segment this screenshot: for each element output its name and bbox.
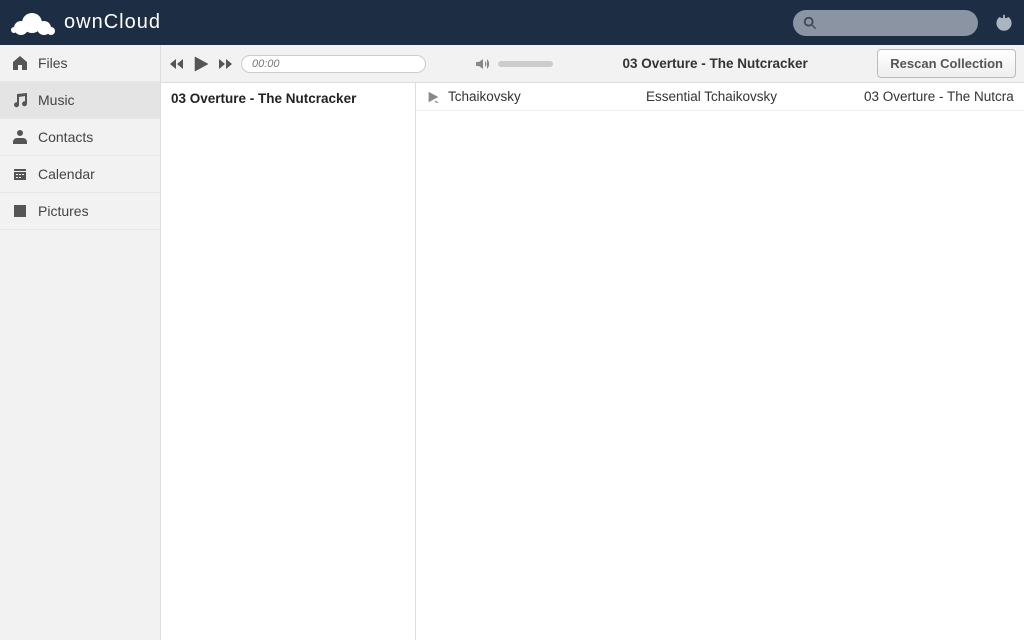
logo: ownCloud	[10, 9, 161, 37]
logout-button[interactable]	[994, 13, 1014, 33]
main-area: Files Music Contacts Calendar Pictures	[0, 45, 1024, 640]
progress-bar[interactable]: 00:00	[241, 55, 426, 73]
sidebar-item-pictures[interactable]: Pictures	[0, 193, 160, 230]
contacts-icon	[12, 129, 28, 145]
next-button[interactable]	[217, 56, 233, 72]
pictures-icon	[12, 203, 28, 219]
time-display: 00:00	[252, 58, 280, 70]
player-controls	[169, 54, 233, 74]
cloud-icon	[10, 9, 66, 37]
search-input[interactable]	[793, 10, 978, 36]
track-panel: 03 Overture - The Nutcracker	[161, 83, 416, 640]
sidebar: Files Music Contacts Calendar Pictures	[0, 45, 161, 640]
top-bar: ownCloud	[0, 0, 1024, 45]
search-icon	[803, 16, 817, 30]
track-row[interactable]: Tchaikovsky Essential Tchaikovsky 03 Ove…	[416, 83, 1024, 111]
sidebar-item-label: Calendar	[38, 166, 95, 182]
top-bar-right	[793, 10, 1014, 36]
sidebar-item-label: Contacts	[38, 129, 93, 145]
music-icon	[12, 92, 28, 108]
calendar-icon	[12, 166, 28, 182]
sidebar-item-calendar[interactable]: Calendar	[0, 156, 160, 193]
sidebar-item-label: Files	[38, 55, 68, 71]
app-name: ownCloud	[64, 11, 161, 34]
now-playing-title: 03 Overture - The Nutcracker	[571, 56, 859, 71]
title-cell: 03 Overture - The Nutcracker	[864, 89, 1014, 104]
player-bar: 00:00 03 Overture - The Nutcracker Resca…	[161, 45, 1024, 83]
volume-slider[interactable]	[498, 61, 553, 67]
sidebar-item-music[interactable]: Music	[0, 82, 160, 119]
sidebar-item-contacts[interactable]: Contacts	[0, 119, 160, 156]
play-button[interactable]	[191, 54, 211, 74]
current-track-title: 03 Overture - The Nutcracker	[171, 91, 405, 106]
rescan-button[interactable]: Rescan Collection	[877, 49, 1016, 78]
sidebar-item-label: Music	[38, 92, 75, 108]
sidebar-item-label: Pictures	[38, 203, 89, 219]
volume-icon[interactable]	[474, 56, 490, 72]
previous-button[interactable]	[169, 56, 185, 72]
sidebar-item-files[interactable]: Files	[0, 45, 160, 82]
artist-cell: Tchaikovsky	[448, 89, 638, 104]
row-play-button[interactable]	[426, 90, 440, 104]
music-body: 03 Overture - The Nutcracker Tchaikovsky…	[161, 83, 1024, 640]
volume-control	[474, 56, 553, 72]
home-icon	[12, 55, 28, 71]
album-cell: Essential Tchaikovsky	[646, 89, 856, 104]
content-area: 00:00 03 Overture - The Nutcracker Resca…	[161, 45, 1024, 640]
detail-panel: Tchaikovsky Essential Tchaikovsky 03 Ove…	[416, 83, 1024, 640]
